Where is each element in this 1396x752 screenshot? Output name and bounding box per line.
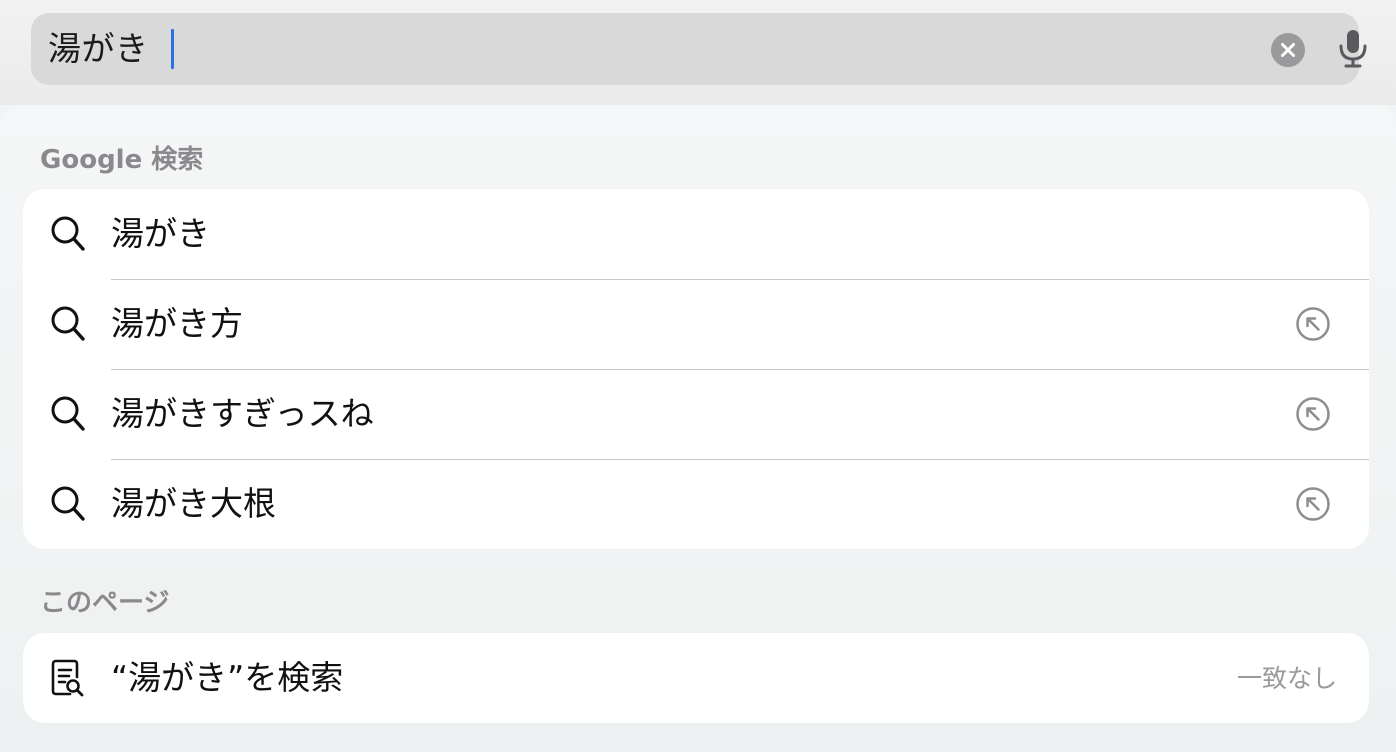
find-on-page-label: “湯がき”を検索 xyxy=(111,658,344,697)
this-page-section-label: このページ xyxy=(40,588,170,618)
find-on-page-card: “湯がき”を検索 一致なし xyxy=(23,633,1369,723)
row-divider xyxy=(111,369,1369,370)
row-divider xyxy=(111,279,1369,280)
clear-icon[interactable] xyxy=(1271,33,1305,67)
search-icon xyxy=(50,485,86,523)
clear-glyph xyxy=(1281,43,1295,57)
fill-suggestion-arrow-icon[interactable] xyxy=(1295,486,1331,522)
search-icon xyxy=(50,395,86,433)
suggestion-label: 湯がき xyxy=(111,214,210,253)
microphone-icon[interactable] xyxy=(1336,28,1370,70)
row-divider xyxy=(111,459,1369,460)
microphone-glyph xyxy=(1339,30,1367,68)
fill-suggestion-arrow-icon[interactable] xyxy=(1295,306,1331,342)
suggestion-label: 湯がきすぎっスね xyxy=(111,394,374,433)
suggestion-row[interactable]: 湯がき xyxy=(23,189,1369,279)
address-bar-area: 湯がき xyxy=(0,0,1396,105)
find-on-page-row[interactable]: “湯がき”を検索 一致なし xyxy=(23,633,1369,723)
suggestion-row[interactable]: 湯がきすぎっスね xyxy=(23,369,1369,459)
suggestion-row[interactable]: 湯がき大根 xyxy=(23,459,1369,549)
suggestion-label: 湯がき大根 xyxy=(111,484,276,523)
google-suggestions-card: 湯がき 湯がき方 湯がきすぎっスね 湯がき大根 xyxy=(23,189,1369,549)
search-input-value[interactable]: 湯がき xyxy=(48,29,149,69)
suggestions-panel: Google 検索 湯がき 湯がき方 湯がきすぎっスね 湯がき大根 このページ … xyxy=(0,105,1396,752)
search-icon xyxy=(50,305,86,343)
search-input[interactable]: 湯がき xyxy=(31,13,1367,85)
find-in-page-icon xyxy=(50,659,86,697)
match-status: 一致なし xyxy=(1236,664,1337,693)
suggestion-label: 湯がき方 xyxy=(111,304,243,343)
suggestion-row[interactable]: 湯がき方 xyxy=(23,279,1369,369)
search-icon xyxy=(50,215,86,253)
fill-suggestion-arrow-icon[interactable] xyxy=(1295,396,1331,432)
text-caret xyxy=(171,29,174,69)
google-search-section-label: Google 検索 xyxy=(40,145,204,175)
